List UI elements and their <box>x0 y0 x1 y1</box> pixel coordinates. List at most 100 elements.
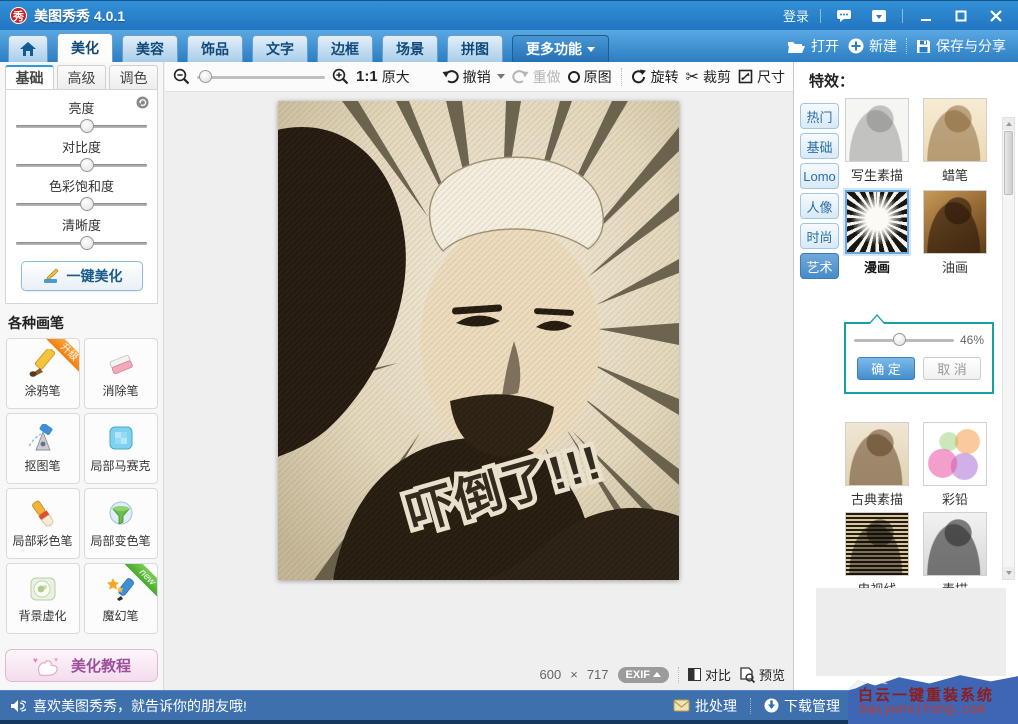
exif-button[interactable]: EXIF <box>618 667 669 683</box>
category-lomo[interactable]: Lomo <box>800 163 839 189</box>
contrast-slider[interactable] <box>16 157 147 173</box>
tab-retouch[interactable]: 美容 <box>122 35 178 62</box>
zoom-slider[interactable] <box>197 70 325 84</box>
save-share-button[interactable]: 保存与分享 <box>916 36 1006 56</box>
category-basic[interactable]: 基础 <box>800 133 839 159</box>
tab-color[interactable]: 调色 <box>109 65 158 90</box>
undo-button[interactable]: 撤销 <box>442 67 505 87</box>
scroll-down-button[interactable] <box>1003 567 1014 579</box>
new-label: 新建 <box>869 36 897 56</box>
zoom-slider-handle[interactable] <box>199 70 212 83</box>
home-tab[interactable] <box>8 35 48 62</box>
slider-handle[interactable] <box>80 236 94 250</box>
tab-basic[interactable]: 基础 <box>5 65 54 90</box>
effect-thumbnail[interactable] <box>845 190 909 254</box>
color-brush-button[interactable]: 局部彩色笔 <box>6 488 80 559</box>
titlebar-controls: 登录 <box>783 6 1008 25</box>
tab-text[interactable]: 文字 <box>252 35 308 62</box>
tab-scene[interactable]: 场景 <box>382 35 438 62</box>
canvas-area: 1:1 原大 撤销 重做 原图 旋转 ✂ 裁 <box>165 62 793 690</box>
category-fashion[interactable]: 时尚 <box>800 223 839 249</box>
slider-handle[interactable] <box>80 158 94 172</box>
strength-slider[interactable] <box>854 333 954 347</box>
effect-strength-popup: 46% 确 定 取 消 <box>844 322 994 394</box>
panel-icon[interactable] <box>867 7 891 25</box>
cutout-pen-button[interactable]: 抠图笔 <box>6 413 80 484</box>
category-hot[interactable]: 热门 <box>800 103 839 129</box>
confirm-button[interactable]: 确 定 <box>857 357 915 380</box>
effect-thumbnail[interactable] <box>845 422 909 486</box>
effect-crayon[interactable]: 蜡笔 <box>922 98 988 184</box>
close-button[interactable] <box>984 7 1008 25</box>
background-blur-button[interactable]: 背景虚化 <box>6 563 80 634</box>
scroll-up-button[interactable] <box>1003 118 1014 130</box>
undo-history-chevron-icon[interactable] <box>497 74 505 79</box>
effect-thumbnail[interactable] <box>845 98 909 162</box>
category-art[interactable]: 艺术 <box>800 253 839 279</box>
preview-button[interactable]: 预览 <box>740 665 785 684</box>
effect-sketch-live[interactable]: 写生素描 <box>844 98 910 184</box>
maximize-button[interactable] <box>949 7 973 25</box>
reset-icon[interactable] <box>136 96 149 109</box>
new-button[interactable]: 新建 <box>848 36 897 56</box>
redo-button[interactable]: 重做 <box>512 67 561 87</box>
eraser-pen-button[interactable]: 消除笔 <box>84 338 158 409</box>
batch-process-button[interactable]: 批处理 <box>673 696 737 716</box>
tab-advanced[interactable]: 高级 <box>57 65 106 90</box>
mosaic-button[interactable]: 局部马赛克 <box>84 413 158 484</box>
open-button[interactable]: 打开 <box>787 36 839 56</box>
effect-thumbnail[interactable] <box>923 422 987 486</box>
effect-tv-lines[interactable]: 电视线 <box>844 512 910 598</box>
tab-beautify[interactable]: 美化 <box>57 33 113 62</box>
effects-scrollbar[interactable] <box>1002 117 1015 580</box>
beautify-tutorial-button[interactable]: ♥♥ 美化教程 <box>5 649 158 682</box>
effect-sketch[interactable]: 素描 <box>922 512 988 598</box>
clarity-slider[interactable] <box>16 235 147 251</box>
tab-more-features[interactable]: 更多功能 <box>512 35 609 62</box>
doodle-pen-button[interactable]: 升级 涂鸦笔 <box>6 338 80 409</box>
saturation-slider[interactable] <box>16 196 147 212</box>
actual-size-button[interactable]: 1:1 原大 <box>356 67 410 87</box>
brightness-slider[interactable] <box>16 118 147 134</box>
one-click-beautify-button[interactable]: 一键美化 <box>21 261 143 291</box>
open-label: 打开 <box>811 36 839 56</box>
slider-handle[interactable] <box>80 119 94 133</box>
login-link[interactable]: 登录 <box>783 6 809 25</box>
category-portrait[interactable]: 人像 <box>800 193 839 219</box>
watermark-line2: baiyunxitong.com <box>860 702 985 717</box>
effect-comic-selected[interactable]: 漫画 <box>844 190 910 276</box>
view-original-button[interactable]: 原图 <box>568 67 612 87</box>
tab-frame[interactable]: 边框 <box>317 35 373 62</box>
crop-button[interactable]: ✂ 裁剪 <box>686 67 731 87</box>
strength-slider-handle[interactable] <box>893 333 906 346</box>
recolor-pen-button[interactable]: 局部变色笔 <box>84 488 158 559</box>
download-manager-button[interactable]: 下载管理 <box>764 696 840 716</box>
effect-thumbnail[interactable] <box>923 190 987 254</box>
tab-collage[interactable]: 拼图 <box>447 35 503 62</box>
image-height-value: 717 <box>587 667 609 682</box>
minimize-button[interactable] <box>914 7 938 25</box>
effect-oil-painting[interactable]: 油画 <box>922 190 988 276</box>
effect-color-pencil[interactable]: 彩铅 <box>922 422 988 508</box>
scissors-icon: ✂ <box>686 67 699 86</box>
pen-nib-icon <box>26 424 60 454</box>
slider-handle[interactable] <box>80 197 94 211</box>
rotate-button[interactable]: 旋转 <box>631 67 679 87</box>
zoom-out-icon[interactable] <box>173 68 190 85</box>
tab-decorate[interactable]: 饰品 <box>187 35 243 62</box>
effect-thumbnail[interactable] <box>923 98 987 162</box>
compare-button[interactable]: 对比 <box>688 665 731 684</box>
message-icon[interactable] <box>832 7 856 25</box>
effect-classic-sketch[interactable]: 古典素描 <box>844 422 910 508</box>
magic-pen-button[interactable]: new 魔幻笔 <box>84 563 158 634</box>
color-brush-label: 局部彩色笔 <box>12 532 72 549</box>
resize-button[interactable]: 尺寸 <box>738 67 785 87</box>
main-nav: 美化 美容 饰品 文字 边框 场景 拼图 更多功能 打开 新建 保存与分享 <box>0 30 1018 62</box>
effect-thumbnail[interactable] <box>845 512 909 576</box>
zoom-in-icon[interactable] <box>332 68 349 85</box>
scrollbar-thumb[interactable] <box>1004 131 1013 195</box>
effect-thumbnail[interactable] <box>923 512 987 576</box>
cancel-button[interactable]: 取 消 <box>923 357 981 380</box>
background-blur-label: 背景虚化 <box>18 607 66 624</box>
edited-photo[interactable]: 吓倒了!!! <box>278 101 679 580</box>
